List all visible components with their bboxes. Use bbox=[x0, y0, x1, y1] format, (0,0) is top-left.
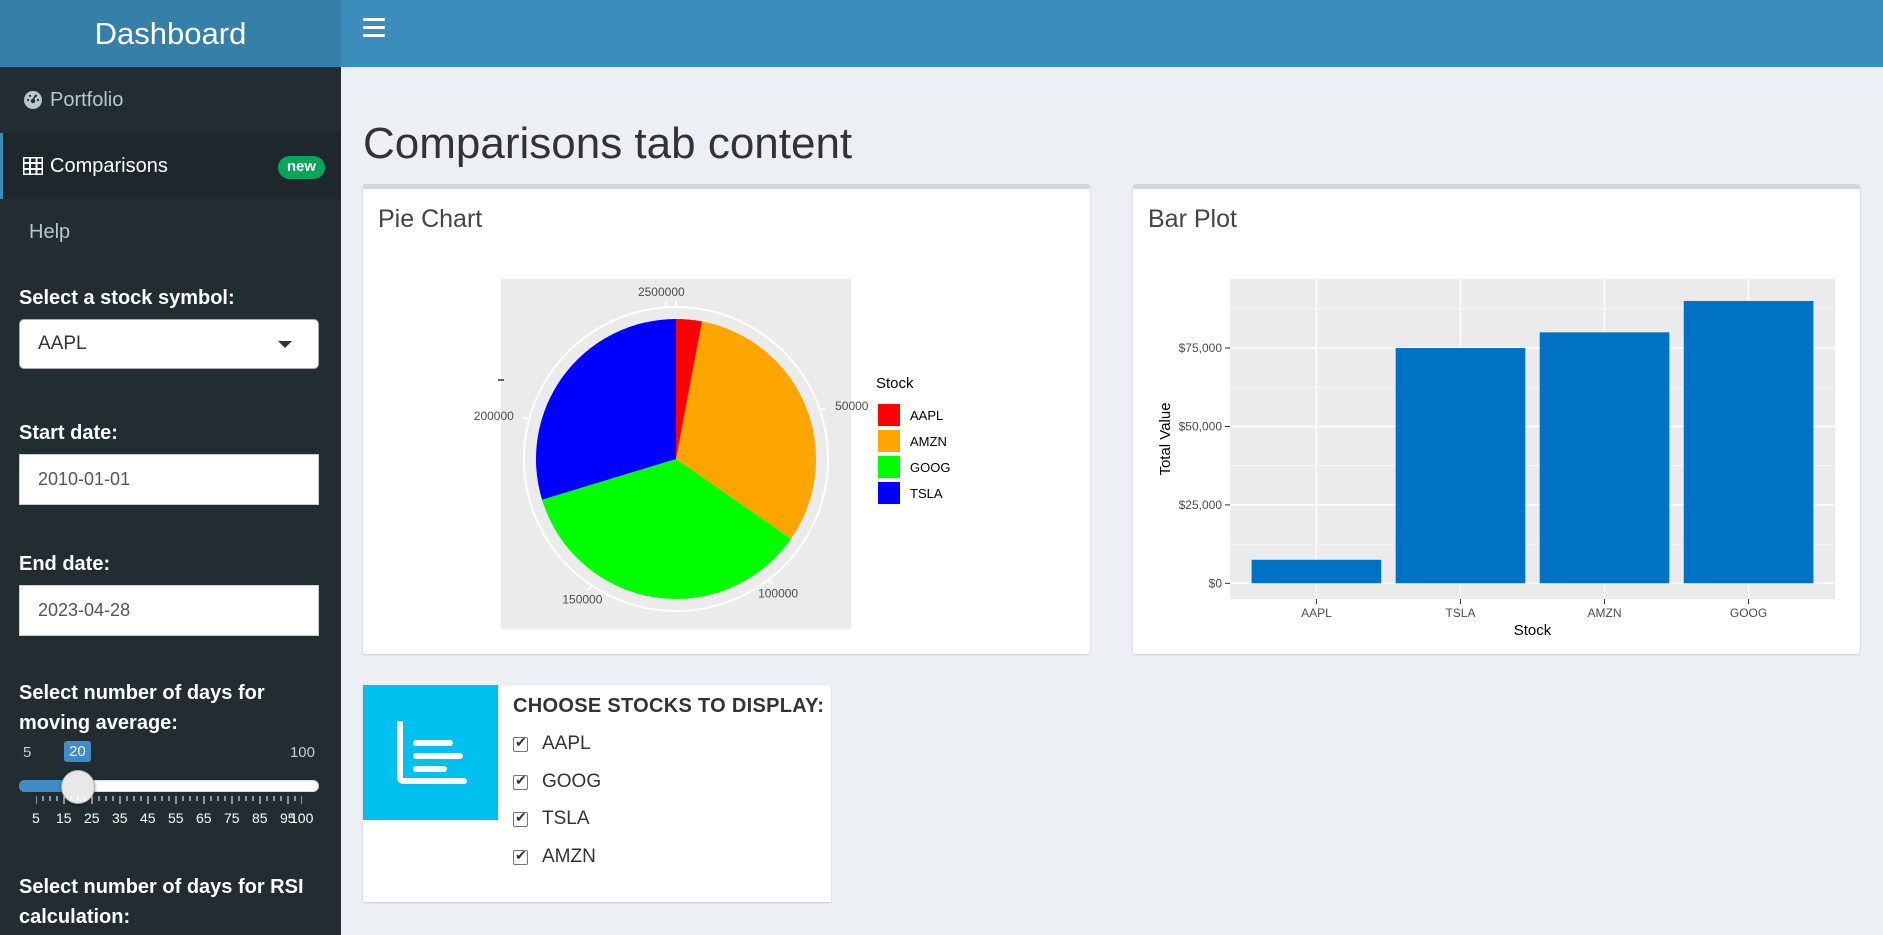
pie-legend-label: TSLA bbox=[910, 486, 943, 501]
bar-chart: $0 $25,000 $50,000 $75,000 AAPL TSLA AMZN GOOG S… bbox=[1157, 279, 1835, 639]
pie-legend-label: AMZN bbox=[910, 434, 947, 449]
bar-x-axis-title: Stock bbox=[1514, 622, 1552, 639]
pie-legend-label: AAPL bbox=[910, 408, 943, 423]
main-content: Comparisons tab content Pie Chart 250000… bbox=[341, 67, 1883, 935]
choose-stocks-box: CHOOSE STOCKS TO DISPLAY: AAPL GOOG TSLA… bbox=[363, 685, 831, 902]
start-date-label: Start date: bbox=[19, 422, 118, 444]
checkbox[interactable] bbox=[513, 847, 528, 865]
start-date-input[interactable]: 2010-01-01 bbox=[19, 454, 319, 505]
pie-radial-label: 0 bbox=[678, 285, 685, 299]
sidebar-item-help[interactable]: Help bbox=[0, 199, 341, 265]
pie-chart: 250000 0 50000 100000 150000 200000 Stock AAPL A… bbox=[474, 279, 950, 629]
page-title: Comparisons tab content bbox=[363, 119, 853, 168]
sidebar: Portfolio Comparisons new Help Select a … bbox=[0, 67, 341, 935]
checkbox[interactable] bbox=[513, 734, 528, 752]
end-date-input[interactable]: 2023-04-28 bbox=[19, 585, 319, 636]
bar-y-tick-label: $50,000 bbox=[1179, 419, 1223, 433]
slider-tick-label: 75 bbox=[224, 810, 240, 826]
bar-y-tick-label: $25,000 bbox=[1179, 498, 1223, 512]
pie-legend-swatch bbox=[878, 404, 900, 426]
end-date-label: End date: bbox=[19, 553, 111, 575]
rsi-days-label: Select number of days for RSI calculatio… bbox=[19, 876, 304, 928]
pie-legend-swatch bbox=[878, 482, 900, 504]
list-icon bbox=[363, 685, 498, 820]
slider-value-label: 20 bbox=[64, 741, 91, 762]
checkbox-label: AMZN bbox=[542, 846, 596, 867]
slider-tick-label: 85 bbox=[252, 810, 268, 826]
bar-x-tick-label: AMZN bbox=[1588, 606, 1622, 620]
slider-tick-label: 65 bbox=[196, 810, 212, 826]
sidebar-item-portfolio[interactable]: Portfolio bbox=[0, 67, 341, 133]
slider-max-label: 100 bbox=[289, 744, 315, 761]
top-navbar bbox=[341, 0, 1883, 67]
bar-amzn bbox=[1539, 332, 1670, 584]
slider-tick-label: 45 bbox=[140, 810, 156, 826]
pie-legend-swatch bbox=[878, 456, 900, 478]
checkbox[interactable] bbox=[513, 809, 528, 827]
pie-chart-box: Pie Chart 250000 0 50000 100000 150000 200000… bbox=[363, 184, 1090, 654]
sidebar-item-label: Portfolio bbox=[50, 88, 124, 111]
stock-select[interactable]: AAPL bbox=[19, 319, 319, 369]
moving-average-slider[interactable]: 5 100 20 5 15 25 35 45 55 65 75 85 95 100 bbox=[19, 738, 319, 828]
checkbox-amzn[interactable]: AMZN bbox=[513, 844, 596, 870]
bar-y-axis-title: Total Value bbox=[1157, 402, 1174, 475]
new-badge: new bbox=[277, 156, 325, 179]
checkbox-label: AAPL bbox=[542, 733, 591, 754]
chevron-down-icon bbox=[278, 341, 292, 348]
pie-radial-label: 50000 bbox=[835, 399, 869, 413]
pie-radial-label: 200000 bbox=[474, 409, 514, 423]
bar-goog bbox=[1683, 300, 1814, 584]
checkbox-label: TSLA bbox=[542, 808, 590, 829]
slider-tick-label: 25 bbox=[84, 810, 100, 826]
bar-x-tick-label: AAPL bbox=[1301, 606, 1332, 620]
slider-tick-label: 5 bbox=[32, 810, 40, 826]
pie-legend-title: Stock bbox=[876, 375, 914, 392]
bar-x-tick-label: TSLA bbox=[1445, 606, 1475, 620]
bar-x-tick-label: GOOG bbox=[1730, 606, 1767, 620]
slider-tick-label: 55 bbox=[168, 810, 184, 826]
stock-select-value: AAPL bbox=[38, 333, 87, 354]
table-icon bbox=[22, 155, 44, 177]
sidebar-toggle-icon[interactable] bbox=[363, 18, 385, 38]
pie-radial-label: 150000 bbox=[562, 593, 602, 607]
pie-radial-label: 250000 bbox=[638, 285, 678, 299]
app-logo[interactable]: Dashboard bbox=[0, 0, 341, 67]
slider-tick-label: 35 bbox=[112, 810, 128, 826]
checkbox-tsla[interactable]: TSLA bbox=[513, 806, 590, 832]
sidebar-item-label: Help bbox=[29, 220, 71, 243]
checkbox-label: GOOG bbox=[542, 771, 602, 792]
slider-ticks bbox=[36, 796, 302, 804]
choose-stocks-title: CHOOSE STOCKS TO DISPLAY: bbox=[513, 695, 825, 717]
pie-radial-label: 100000 bbox=[758, 586, 798, 600]
bar-y-tick-label: $0 bbox=[1209, 576, 1223, 590]
bar-y-tick-label: $75,000 bbox=[1179, 341, 1223, 355]
slider-tick-label: 15 bbox=[56, 810, 72, 826]
stock-select-label: Select a stock symbol: bbox=[19, 287, 235, 309]
dashboard-icon bbox=[22, 89, 44, 111]
pie-legend-swatch bbox=[878, 430, 900, 452]
bar-plot-box: Bar Plot $0 $25,000 $50,000 $75,000 AAPL TSLA… bbox=[1133, 184, 1860, 654]
bar-aapl bbox=[1251, 559, 1382, 584]
pie-legend-label: GOOG bbox=[910, 460, 950, 475]
sidebar-item-comparisons[interactable]: Comparisons new bbox=[0, 133, 341, 199]
app-root: Dashboard Portfolio Comparisons new Help… bbox=[0, 0, 1883, 935]
bar-tsla bbox=[1395, 348, 1526, 584]
slider-tick-label: 100 bbox=[290, 810, 314, 826]
checkbox-aapl[interactable]: AAPL bbox=[513, 731, 591, 757]
moving-average-label: Select number of days for moving average… bbox=[19, 682, 265, 734]
slider-min-label: 5 bbox=[23, 744, 32, 761]
slider-tick-labels: 5 15 25 35 45 55 65 75 85 95 100 bbox=[19, 810, 319, 828]
checkbox[interactable] bbox=[513, 772, 528, 790]
sidebar-item-label: Comparisons bbox=[50, 154, 168, 177]
checkbox-goog[interactable]: GOOG bbox=[513, 769, 601, 795]
